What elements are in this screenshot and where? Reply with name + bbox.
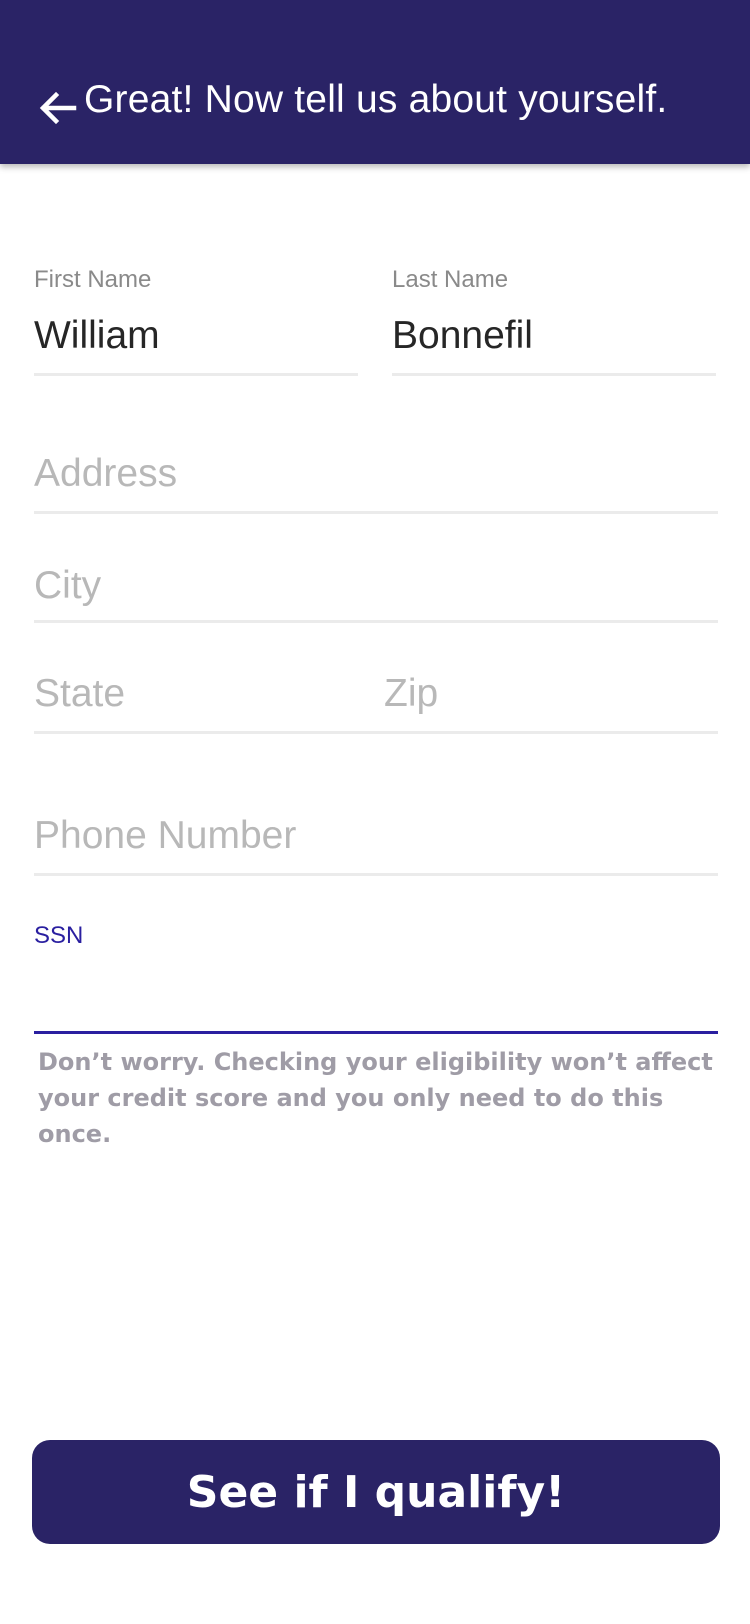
see-if-i-qualify-button[interactable]: See if I qualify! bbox=[32, 1440, 720, 1544]
first-name-label: First Name bbox=[34, 266, 152, 293]
first-name-value: William bbox=[34, 314, 160, 357]
back-button[interactable] bbox=[34, 84, 82, 132]
ssn-field[interactable]: SSN bbox=[34, 920, 718, 1034]
eligibility-helper-text: Don’t worry. Checking your eligibility w… bbox=[38, 1048, 713, 1148]
first-name-field[interactable]: First Name William bbox=[34, 264, 358, 376]
ssn-label: SSN bbox=[34, 922, 84, 949]
last-name-field[interactable]: Last Name Bonnefil bbox=[392, 264, 716, 376]
address-placeholder: Address bbox=[34, 452, 178, 495]
phone-number-placeholder: Phone Number bbox=[34, 814, 297, 857]
address-field[interactable]: Address bbox=[34, 446, 718, 514]
last-name-value: Bonnefil bbox=[392, 314, 533, 357]
city-field[interactable]: City bbox=[34, 558, 718, 623]
last-name-label: Last Name bbox=[392, 266, 509, 293]
phone-number-field[interactable]: Phone Number bbox=[34, 808, 718, 876]
state-zip-row: State Zip bbox=[34, 666, 718, 734]
page-title: Great! Now tell us about yourself. bbox=[84, 78, 668, 121]
app-bar: Great! Now tell us about yourself. bbox=[0, 0, 750, 164]
arrow-left-icon bbox=[39, 91, 77, 125]
state-field[interactable]: State bbox=[34, 672, 125, 716]
city-placeholder: City bbox=[34, 564, 102, 607]
zip-field[interactable]: Zip bbox=[384, 672, 438, 716]
